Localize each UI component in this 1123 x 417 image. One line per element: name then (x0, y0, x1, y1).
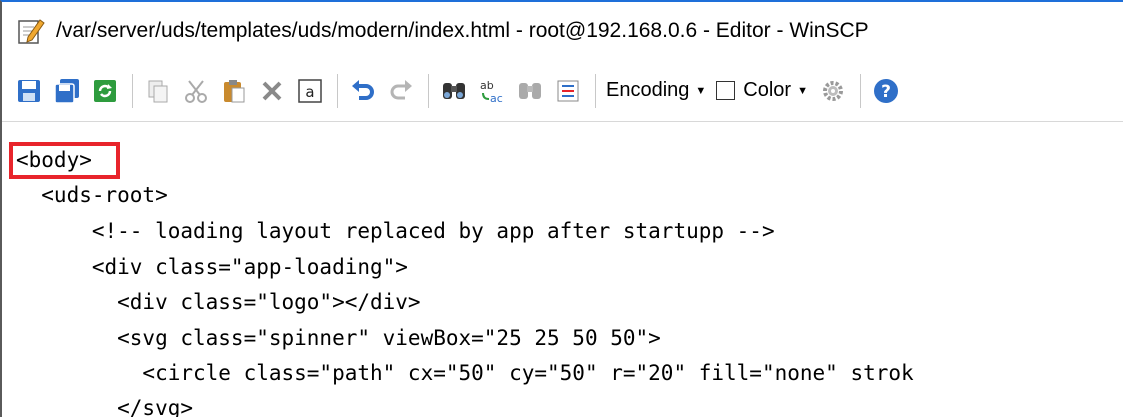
encoding-dropdown[interactable]: Encoding ▼ (606, 79, 706, 102)
replace-icon[interactable]: ab ac (477, 76, 507, 106)
save-all-icon[interactable] (52, 76, 82, 106)
svg-text:ab: ab (480, 79, 494, 92)
copy-icon[interactable] (143, 76, 173, 106)
svg-text:a: a (305, 83, 314, 101)
toolbar-separator (337, 73, 338, 108)
help-icon[interactable]: ? (871, 76, 901, 106)
redo-icon[interactable] (386, 76, 416, 106)
save-icon[interactable] (14, 76, 44, 106)
toolbar-separator (428, 73, 429, 108)
dropdown-arrow-icon: ▼ (797, 84, 808, 97)
code-line: <body> (16, 148, 92, 172)
code-line: <div class="app-loading"> (16, 255, 408, 279)
title-bar: /var/server/uds/templates/uds/modern/ind… (2, 2, 1123, 60)
cut-icon[interactable] (181, 76, 211, 106)
code-editor[interactable]: <body> <uds-root> <!-- loading layout re… (4, 138, 1123, 417)
settings-icon[interactable] (818, 76, 848, 106)
code-line: <!-- loading layout replaced by app afte… (16, 219, 775, 243)
encoding-label: Encoding (606, 79, 690, 101)
color-checkbox[interactable] (716, 81, 736, 100)
code-line: <uds-root> (16, 183, 168, 207)
paste-icon[interactable] (219, 76, 249, 106)
find-next-icon[interactable] (515, 76, 545, 106)
window-title: /var/server/uds/templates/uds/modern/ind… (56, 19, 869, 42)
svg-text:ac: ac (490, 92, 503, 105)
code-line: <circle class="path" cx="50" cy="50" r="… (16, 361, 914, 385)
select-all-icon[interactable]: a (295, 76, 325, 106)
color-label: Color (743, 79, 792, 101)
color-dropdown[interactable]: Color ▼ (716, 79, 808, 102)
toolbar-separator (132, 73, 133, 108)
go-to-line-icon[interactable] (553, 76, 583, 106)
toolbar: a ab ac Encoding ▼ Color ▼ ? (2, 60, 1123, 122)
code-line: <div class="logo"></div> (16, 290, 421, 314)
find-icon[interactable] (439, 76, 469, 106)
code-line: </svg> (16, 396, 194, 417)
toolbar-separator (595, 73, 596, 108)
svg-text:?: ? (881, 82, 891, 102)
code-line: <svg class="spinner" viewBox="25 25 50 5… (16, 326, 661, 350)
dropdown-arrow-icon: ▼ (695, 84, 707, 97)
edit-document-icon (16, 16, 46, 46)
editor-window: /var/server/uds/templates/uds/modern/ind… (0, 0, 1123, 417)
toolbar-separator (859, 73, 861, 108)
undo-icon[interactable] (348, 76, 378, 106)
delete-icon[interactable] (257, 76, 287, 106)
reload-icon[interactable] (90, 76, 120, 106)
